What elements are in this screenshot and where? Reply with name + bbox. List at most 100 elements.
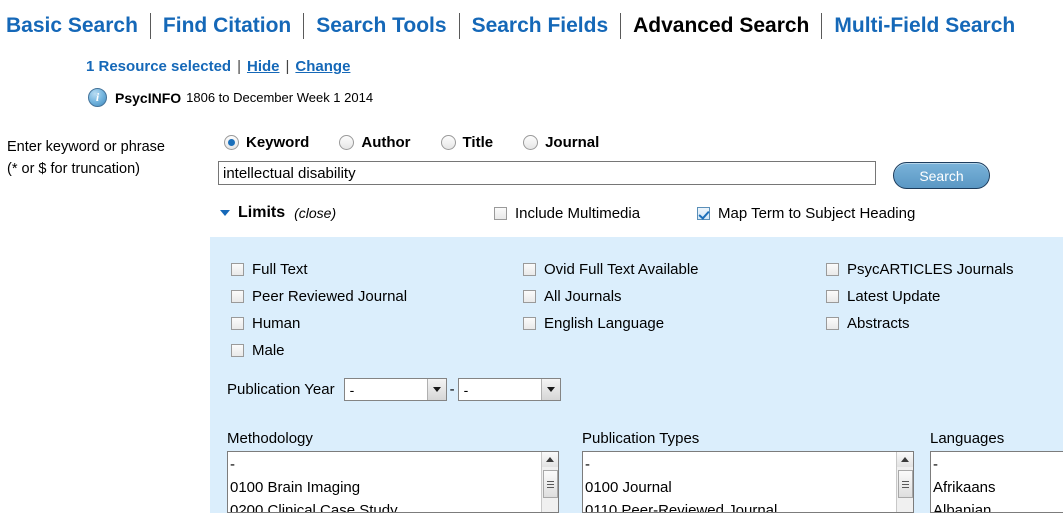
list-item[interactable]: - — [230, 453, 541, 476]
scroll-up-arrow-icon[interactable] — [542, 452, 558, 467]
checkbox-human[interactable]: Human — [231, 310, 407, 337]
radio-label-title: Title — [462, 134, 494, 151]
checkbox-include-multimedia[interactable]: Include Multimedia — [494, 205, 640, 222]
tab-advanced-search[interactable]: Advanced Search — [621, 11, 821, 41]
publication-year-to-value: - — [463, 381, 469, 398]
checkbox-psycarticles-journals-box[interactable] — [826, 263, 839, 276]
radio-label-keyword: Keyword — [246, 134, 310, 151]
resource-separator: | — [237, 58, 241, 75]
checkbox-psycarticles-journals[interactable]: PsycARTICLES Journals — [826, 256, 1013, 283]
checkbox-abstracts[interactable]: Abstracts — [826, 310, 1013, 337]
checkbox-peer-reviewed-journal[interactable]: Peer Reviewed Journal — [231, 283, 407, 310]
list-item[interactable]: Afrikaans — [933, 476, 1063, 499]
database-coverage-range: 1806 to December Week 1 2014 — [186, 90, 374, 105]
info-icon[interactable]: i — [88, 88, 107, 107]
checkbox-psycarticles-journals-label: PsycARTICLES Journals — [847, 261, 1014, 278]
list-item[interactable]: 0110 Peer-Reviewed Journal — [585, 499, 896, 512]
selected-database-row: i PsycINFO 1806 to December Week 1 2014 — [88, 88, 373, 107]
radio-title-icon[interactable] — [440, 135, 456, 150]
checkbox-include-multimedia-label: Include Multimedia — [515, 205, 641, 222]
checkbox-english-language-box[interactable] — [523, 317, 536, 330]
tab-search-fields[interactable]: Search Fields — [460, 11, 621, 41]
checkbox-include-multimedia-box[interactable] — [494, 207, 507, 220]
languages-listbox-group: Languages - Afrikaans Albanian — [930, 430, 1063, 513]
methodology-scrollbar[interactable] — [541, 452, 558, 512]
methodology-listbox-group: Methodology - 0100 Brain Imaging 0200 Cl… — [227, 430, 559, 513]
checkbox-human-label: Human — [252, 315, 301, 332]
chevron-down-icon[interactable] — [426, 379, 446, 400]
scroll-up-arrow-icon[interactable] — [897, 452, 913, 467]
checkbox-map-term-to-subject-heading[interactable]: Map Term to Subject Heading — [697, 205, 915, 222]
publication-year-row: Publication Year - - - — [227, 378, 561, 401]
checkbox-human-box[interactable] — [231, 317, 244, 330]
limits-column-2: Ovid Full Text Available All Journals En… — [523, 256, 699, 337]
radio-option-journal[interactable]: Journal — [523, 134, 599, 151]
list-item[interactable]: 0100 Brain Imaging — [230, 476, 541, 499]
limits-panel: Full Text Peer Reviewed Journal Human Ma… — [210, 237, 1063, 513]
list-item[interactable]: Albanian — [933, 499, 1063, 512]
checkbox-ovid-full-text-box[interactable] — [523, 263, 536, 276]
languages-options: - Afrikaans Albanian — [931, 452, 1063, 512]
publication-types-options: - 0100 Journal 0110 Peer-Reviewed Journa… — [583, 452, 896, 512]
checkbox-latest-update[interactable]: Latest Update — [826, 283, 1013, 310]
list-item[interactable]: - — [585, 453, 896, 476]
scrollbar-thumb[interactable] — [543, 470, 558, 498]
tab-find-citation[interactable]: Find Citation — [151, 11, 303, 41]
radio-option-keyword[interactable]: Keyword — [224, 134, 309, 151]
search-keyword-input[interactable] — [218, 161, 876, 185]
checkbox-english-language[interactable]: English Language — [523, 310, 699, 337]
checkbox-male-box[interactable] — [231, 344, 244, 357]
tab-basic-search[interactable]: Basic Search — [0, 11, 150, 41]
publication-year-from-select[interactable]: - — [343, 378, 447, 401]
checkbox-ovid-full-text-label: Ovid Full Text Available — [544, 261, 699, 278]
tab-multi-field-search[interactable]: Multi-Field Search — [822, 11, 1027, 41]
checkbox-latest-update-label: Latest Update — [847, 288, 941, 305]
checkbox-abstracts-box[interactable] — [826, 317, 839, 330]
checkbox-abstracts-label: Abstracts — [847, 315, 910, 332]
publication-types-listbox[interactable]: - 0100 Journal 0110 Peer-Reviewed Journa… — [582, 451, 914, 513]
checkbox-peer-reviewed-journal-label: Peer Reviewed Journal — [252, 288, 408, 305]
scrollbar-thumb[interactable] — [898, 470, 913, 498]
hide-resources-link[interactable]: Hide — [247, 58, 280, 75]
methodology-label: Methodology — [227, 430, 313, 447]
resource-separator: | — [285, 58, 290, 75]
radio-option-author[interactable]: Author — [339, 134, 411, 151]
database-name: PsycINFO — [115, 89, 182, 106]
checkbox-male-label: Male — [252, 342, 285, 359]
checkbox-all-journals[interactable]: All Journals — [523, 283, 699, 310]
checkbox-all-journals-box[interactable] — [523, 290, 536, 303]
checkbox-male[interactable]: Male — [231, 337, 407, 364]
checkbox-all-journals-label: All Journals — [544, 288, 622, 305]
radio-keyword-icon[interactable] — [224, 135, 239, 150]
keyword-prompt-line1: Enter keyword or phrase — [7, 139, 165, 155]
checkbox-full-text[interactable]: Full Text — [231, 256, 407, 283]
keyword-prompt: Enter keyword or phrase (* or $ for trun… — [7, 136, 165, 180]
publication-year-to-select[interactable]: - — [457, 378, 561, 401]
limits-toggle-link[interactable]: (close) — [294, 205, 336, 221]
checkbox-full-text-box[interactable] — [231, 263, 244, 276]
methodology-options: - 0100 Brain Imaging 0200 Clinical Case … — [228, 452, 541, 512]
radio-option-title[interactable]: Title — [440, 134, 494, 151]
languages-listbox[interactable]: - Afrikaans Albanian — [930, 451, 1063, 513]
list-item[interactable]: 0100 Journal — [585, 476, 896, 499]
publication-year-from-value: - — [349, 381, 355, 398]
radio-author-icon[interactable] — [339, 135, 355, 150]
checkbox-full-text-label: Full Text — [252, 261, 308, 278]
checkbox-map-term-box[interactable] — [697, 207, 710, 220]
search-button[interactable]: Search — [893, 162, 990, 189]
checkbox-peer-reviewed-journal-box[interactable] — [231, 290, 244, 303]
radio-journal-icon[interactable] — [523, 135, 539, 150]
publication-types-scrollbar[interactable] — [896, 452, 913, 512]
tab-search-tools[interactable]: Search Tools — [304, 11, 458, 41]
methodology-listbox[interactable]: - 0100 Brain Imaging 0200 Clinical Case … — [227, 451, 559, 513]
list-item[interactable]: - — [933, 453, 1063, 476]
change-resources-link[interactable]: Change — [295, 58, 350, 75]
list-item[interactable]: 0200 Clinical Case Study — [230, 499, 541, 512]
triangle-down-icon[interactable] — [220, 210, 230, 216]
limits-column-1: Full Text Peer Reviewed Journal Human Ma… — [231, 256, 407, 364]
chevron-down-icon[interactable] — [540, 379, 560, 400]
radio-label-author: Author — [361, 134, 411, 151]
radio-label-journal: Journal — [545, 134, 600, 151]
checkbox-ovid-full-text-available[interactable]: Ovid Full Text Available — [523, 256, 699, 283]
checkbox-latest-update-box[interactable] — [826, 290, 839, 303]
